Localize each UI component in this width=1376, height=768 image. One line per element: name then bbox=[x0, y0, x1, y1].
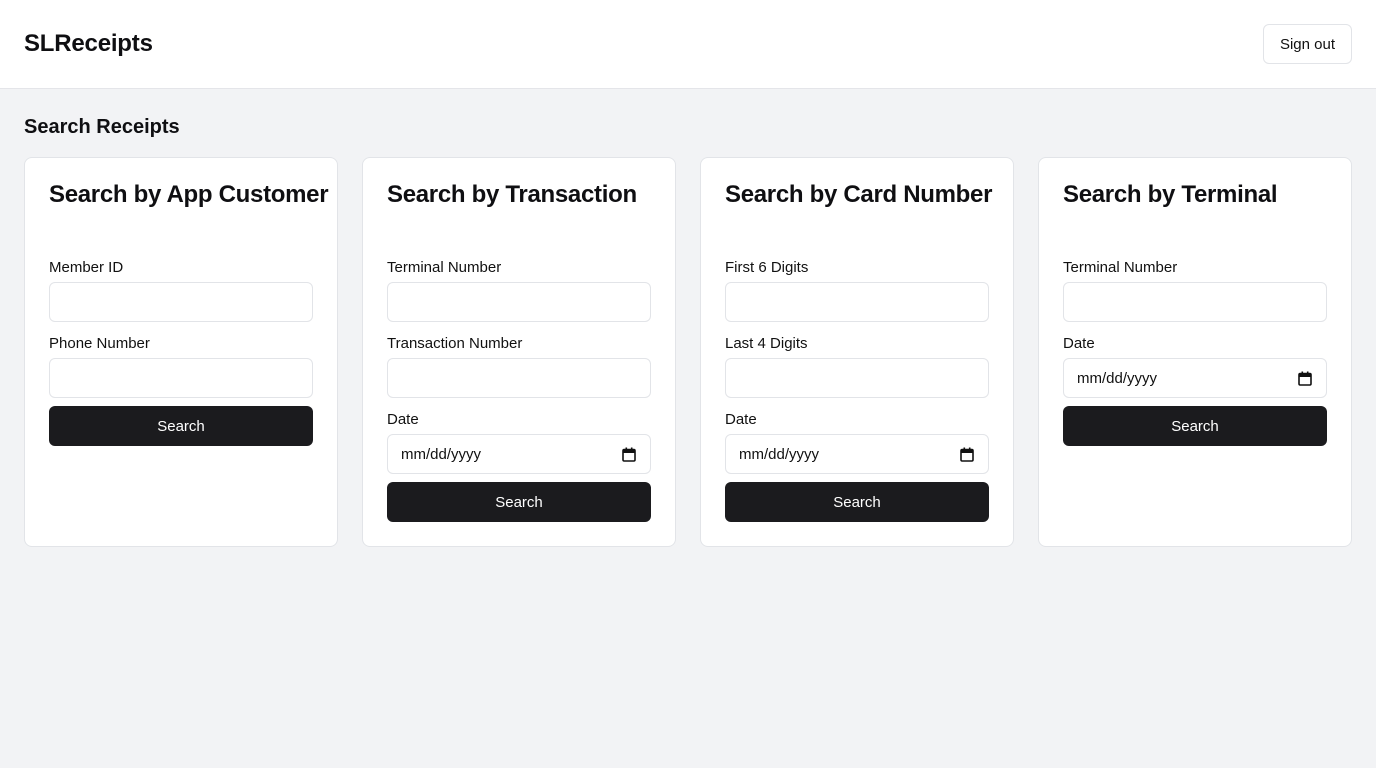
date-placeholder: mm/dd/yyyy bbox=[1077, 370, 1158, 387]
calendar-icon[interactable] bbox=[622, 447, 636, 462]
sign-out-button[interactable]: Sign out bbox=[1263, 24, 1352, 64]
terminal-number-label: Terminal Number bbox=[1063, 259, 1178, 276]
terminal-number-label: Terminal Number bbox=[387, 259, 502, 276]
search-transaction-button[interactable]: Search bbox=[387, 482, 651, 522]
card-title: Search by Transaction bbox=[387, 181, 637, 208]
card-app-customer: Search by App Customer Member ID Phone N… bbox=[24, 157, 338, 547]
page-title: Search Receipts bbox=[24, 116, 180, 138]
card-title: Search by Card Number bbox=[725, 181, 993, 208]
first-6-digits-input[interactable] bbox=[725, 282, 989, 322]
date-label: Date bbox=[725, 411, 757, 428]
date-input[interactable]: mm/dd/yyyy bbox=[387, 434, 651, 474]
last-4-digits-input[interactable] bbox=[725, 358, 989, 398]
app-title: SLReceipts bbox=[24, 30, 153, 57]
search-card-number-button[interactable]: Search bbox=[725, 482, 989, 522]
card-terminal: Search by Terminal Terminal Number Date … bbox=[1038, 157, 1352, 547]
date-input[interactable]: mm/dd/yyyy bbox=[1063, 358, 1327, 398]
calendar-icon[interactable] bbox=[1298, 371, 1312, 386]
search-terminal-button[interactable]: Search bbox=[1063, 406, 1327, 446]
date-label: Date bbox=[1063, 335, 1095, 352]
member-id-label: Member ID bbox=[49, 259, 124, 276]
search-app-customer-button[interactable]: Search bbox=[49, 406, 313, 446]
transaction-number-label: Transaction Number bbox=[387, 335, 523, 352]
terminal-number-input[interactable] bbox=[387, 282, 651, 322]
first-6-digits-label: First 6 Digits bbox=[725, 259, 809, 276]
card-transaction: Search by Transaction Terminal Number Tr… bbox=[362, 157, 676, 547]
calendar-icon[interactable] bbox=[960, 447, 974, 462]
date-placeholder: mm/dd/yyyy bbox=[739, 446, 820, 463]
date-label: Date bbox=[387, 411, 419, 428]
last-4-digits-label: Last 4 Digits bbox=[725, 335, 808, 352]
phone-number-label: Phone Number bbox=[49, 335, 150, 352]
terminal-number-input[interactable] bbox=[1063, 282, 1327, 322]
app-header: SLReceipts Sign out bbox=[0, 0, 1376, 89]
phone-number-input[interactable] bbox=[49, 358, 313, 398]
card-card-number: Search by Card Number First 6 Digits Las… bbox=[700, 157, 1014, 547]
card-title: Search by Terminal bbox=[1063, 181, 1278, 208]
member-id-input[interactable] bbox=[49, 282, 313, 322]
date-placeholder: mm/dd/yyyy bbox=[401, 446, 482, 463]
date-input[interactable]: mm/dd/yyyy bbox=[725, 434, 989, 474]
transaction-number-input[interactable] bbox=[387, 358, 651, 398]
card-title: Search by App Customer bbox=[49, 181, 329, 208]
